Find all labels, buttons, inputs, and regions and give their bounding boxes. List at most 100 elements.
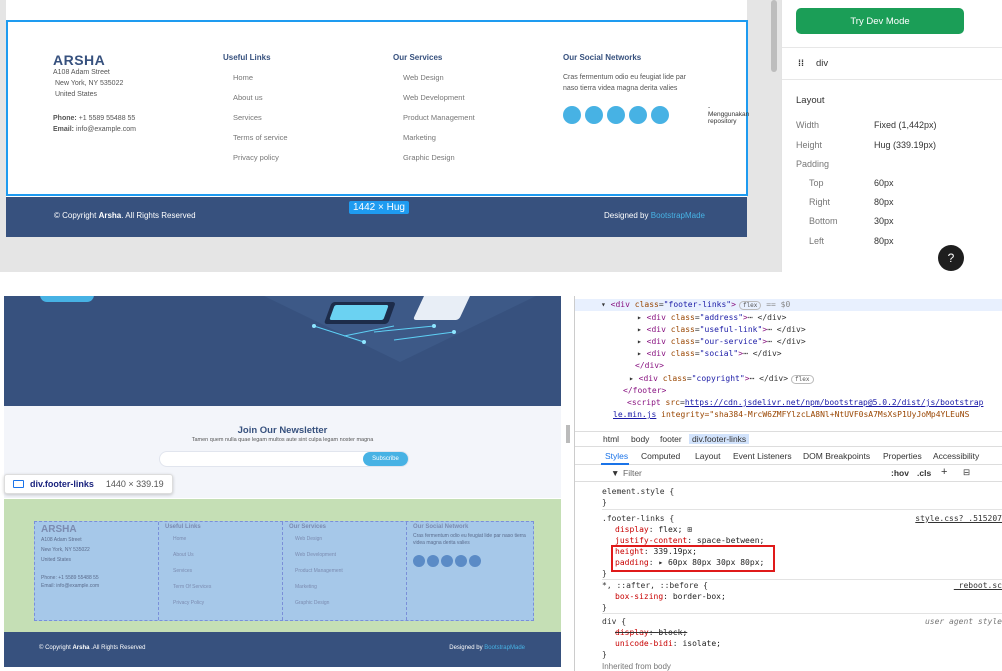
hl-link: Term Of Services (173, 584, 212, 590)
tab-layout[interactable]: Layout (695, 451, 721, 461)
tab-event-listeners[interactable]: Event Listeners (733, 451, 792, 461)
dom-close-footer: </footer> (623, 386, 667, 395)
rule-footer-links-selector[interactable]: .footer-links { (602, 514, 674, 523)
service-link[interactable]: Product Management (393, 113, 475, 122)
divider (782, 79, 1002, 80)
rule-universal-selector[interactable]: *, ::after, ::before { (602, 581, 708, 590)
hl-social-circle-icon (441, 555, 453, 567)
hl-link: Privacy Policy (173, 600, 205, 606)
dom-node-social[interactable]: ▸ <div class="social">⋯ </div> (637, 349, 782, 358)
rule-close: } (602, 569, 607, 578)
tab-properties[interactable]: Properties (883, 451, 922, 461)
dom-node-footer-links[interactable]: ▾ <div class="footer-links"> flex == $0 (601, 300, 790, 310)
padding-row: Padding (796, 159, 830, 169)
hl-services-column: Our Services Web Design Web Development … (283, 522, 407, 620)
preview-resize-handle[interactable] (566, 425, 570, 443)
rule-div-selector[interactable]: div { (602, 617, 626, 626)
filter-input[interactable]: Filter (623, 468, 642, 478)
tab-computed[interactable]: Computed (641, 451, 680, 461)
footer-useful-links-column: Useful Links Home About us Services Term… (223, 53, 288, 162)
try-dev-mode-button[interactable]: Try Dev Mode (796, 8, 964, 34)
hl-link: Services (173, 568, 193, 574)
cls-toggle[interactable]: .cls (917, 468, 931, 478)
rule-universal-source[interactable]: _reboot.sc (954, 581, 1002, 590)
flex-editor-icon[interactable]: ⊞ (687, 525, 692, 534)
computed-sidebar-icon[interactable]: ⊟ (963, 467, 970, 478)
breadcrumb-body[interactable]: body (631, 434, 649, 444)
dom-node-copyright[interactable]: ▸ <div class="copyright">⋯ </div> flex (629, 374, 814, 384)
bottom-designed-by: Designed by BootstrapMade (449, 645, 525, 651)
padding-right-row: Right 80px (809, 197, 894, 207)
hl-phone: Phone: +1 5589 55488 55 (41, 575, 99, 581)
social-circle-icon[interactable] (563, 106, 581, 124)
css-decl-display-overridden[interactable]: display: block; (615, 628, 687, 637)
footer-link-terms[interactable]: Terms of service (223, 133, 288, 142)
footer-link-privacy[interactable]: Privacy policy (223, 153, 288, 162)
height-row: Height Hug (339.19px) (796, 140, 937, 150)
footer-link-about[interactable]: About us (223, 93, 288, 102)
inherited-from-label: Inherited from body (602, 662, 671, 671)
service-link[interactable]: Web Design (393, 73, 475, 82)
dom-script-node-cont[interactable]: le.min.js integrity="sha384-MrcW6ZMFYlzc… (613, 410, 969, 419)
dom-node-our-service[interactable]: ▸ <div class="our-service">⋯ </div> (637, 337, 806, 346)
inspected-footer-links[interactable]: ARSHA A108 Adam Street New York, NY 5350… (4, 499, 561, 632)
copyright-text: © Copyright Arsha. All Rights Reserved (54, 211, 196, 220)
hl-link: Graphic Design (295, 600, 330, 606)
hl-useful-column: Useful Links Home About Us Services Term… (159, 522, 283, 620)
service-link[interactable]: Web Development (393, 93, 475, 102)
hl-link: Home (173, 536, 187, 542)
css-decl-justify-content[interactable]: justify-content: space-between; (615, 536, 764, 545)
social-circle-icon[interactable] (585, 106, 603, 124)
hl-social-circle-icon (469, 555, 481, 567)
breadcrumb-footer-links[interactable]: div.footer-links (689, 434, 750, 444)
padding-bottom-row: Bottom 30px (809, 216, 894, 226)
address-line: New York, NY 535022 (55, 80, 124, 87)
social-circle-icon[interactable] (607, 106, 625, 124)
properties-panel: Try Dev Mode ⁞⁞ div Layout Width Fixed (1… (781, 0, 1002, 272)
figma-canvas[interactable]: ARSHA A108 Adam Street New York, NY 5350… (0, 0, 781, 272)
footer-address-column: ARSHA A108 Adam Street New York, NY 5350… (53, 52, 136, 133)
element-style-open[interactable]: element.style { (602, 487, 674, 496)
help-button[interactable]: ? (938, 245, 964, 271)
useful-links-title: Useful Links (223, 53, 271, 62)
hl-address-line: United States (41, 557, 72, 563)
css-decl-display[interactable]: display: flex; ⊞ (615, 525, 692, 534)
hero-illustration (312, 296, 471, 344)
breadcrumb-footer[interactable]: footer (660, 434, 682, 444)
css-decl-box-sizing[interactable]: box-sizing: border-box; (615, 592, 726, 601)
flex-badge[interactable]: flex (738, 301, 762, 310)
css-decl-unicode-bidi[interactable]: unicode-bidi: isolate; (615, 639, 721, 648)
layout-section-title: Layout (796, 95, 825, 106)
footer-brand: ARSHA (53, 52, 106, 68)
social-circle-icon[interactable] (629, 106, 647, 124)
hl-social-circle-icon (455, 555, 467, 567)
canvas-scrollbar[interactable] (771, 0, 777, 72)
phone-line: Phone: +1 5589 55488 55 (53, 115, 136, 122)
rule-close: } (602, 650, 607, 659)
flex-badge[interactable]: flex (791, 375, 814, 384)
dom-node-address[interactable]: ▸ <div class="address">⋯ </div> (637, 313, 786, 322)
rule-footer-links-source[interactable]: style.css?_.515207 (915, 514, 1002, 523)
selected-footer-links-frame[interactable]: ARSHA A108 Adam Street New York, NY 5350… (6, 20, 749, 196)
styles-filter-bar: ▼ Filter :hov .cls + ⊟ (575, 466, 1002, 482)
footer-link-services[interactable]: Services (223, 113, 288, 122)
service-link[interactable]: Marketing (393, 133, 475, 142)
footer-link-home[interactable]: Home (223, 73, 288, 82)
social-circle-icon[interactable] (651, 106, 669, 124)
dom-node-useful-link[interactable]: ▸ <div class="useful-link">⋯ </div> (637, 325, 806, 334)
rule-divider (602, 613, 1002, 614)
subscribe-button[interactable]: Subscribe (363, 452, 408, 466)
breadcrumb-html[interactable]: html (603, 434, 619, 444)
hl-email: Email: info@example.com (41, 583, 100, 589)
service-link[interactable]: Graphic Design (393, 153, 475, 162)
hl-social-title: Our Social Network (413, 524, 469, 530)
footer-services-column: Our Services Web Design Web Development … (393, 53, 475, 162)
tab-styles[interactable]: Styles (605, 451, 628, 461)
dom-script-node[interactable]: <script src=https://cdn.jsdelivr.net/npm… (627, 398, 983, 407)
tab-dom-breakpoints[interactable]: DOM Breakpoints (803, 451, 870, 461)
new-rule-plus-icon[interactable]: + (941, 466, 947, 478)
newsletter-title: Join Our Newsletter (237, 425, 328, 436)
tab-accessibility[interactable]: Accessibility (933, 451, 979, 461)
hero-get-started-button[interactable] (40, 296, 94, 302)
hov-toggle[interactable]: :hov (891, 468, 909, 478)
